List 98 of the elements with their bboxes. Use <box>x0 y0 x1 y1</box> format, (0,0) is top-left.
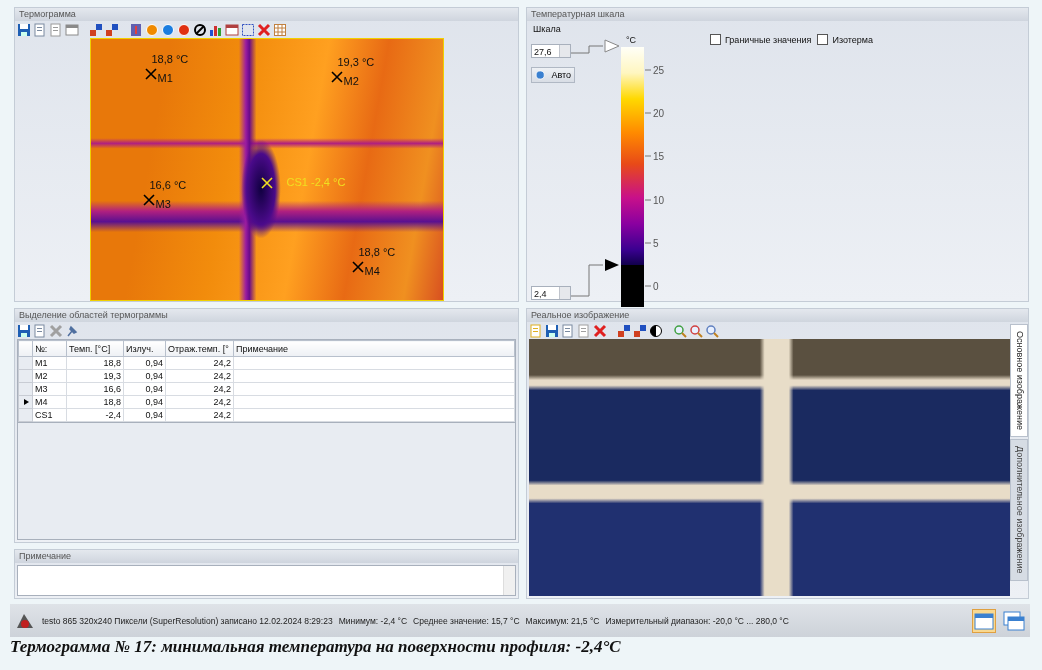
panel-title: Примечание <box>15 550 518 563</box>
zoom-out-icon[interactable] <box>689 324 703 338</box>
marker-cross-icon[interactable] <box>142 194 155 206</box>
column-header[interactable]: Примечание <box>233 340 515 357</box>
tick-label: 20 <box>653 107 665 119</box>
table-cell: M3 <box>32 382 67 396</box>
table-cell: 18,8 <box>66 395 124 409</box>
table-cell: M1 <box>32 356 67 370</box>
table-cell: 0,94 <box>123 369 166 383</box>
copy-icon[interactable] <box>561 324 575 338</box>
table-cell: 24,2 <box>165 356 234 370</box>
delete-icon[interactable] <box>593 324 607 338</box>
marker-name: M3 <box>155 198 171 210</box>
contrast-icon[interactable] <box>649 324 663 338</box>
checkbox[interactable] <box>710 34 721 45</box>
tick-label: 5 <box>653 237 659 249</box>
circle-icon[interactable] <box>161 23 175 37</box>
unit-label: °C <box>626 35 637 45</box>
marker-label: CS1 -2,4 °C <box>286 176 346 188</box>
tick-label: 0 <box>653 280 659 292</box>
arrows-icon[interactable] <box>105 23 119 37</box>
table-cell: CS1 <box>32 408 67 422</box>
arrows-icon[interactable] <box>89 23 103 37</box>
arrows-icon[interactable] <box>633 324 647 338</box>
tick-label: 25 <box>653 64 665 76</box>
table-cell: 24,2 <box>165 408 234 422</box>
column-header[interactable]: Отраж.темп. [° <box>165 340 234 357</box>
panel-title: Термограмма <box>15 8 518 21</box>
marker-cross-icon[interactable] <box>330 71 343 83</box>
table-cell: 24,2 <box>165 382 234 396</box>
zoom-icon[interactable] <box>705 324 719 338</box>
panel-title: Температурная шкала <box>527 8 1028 21</box>
table-cell: 24,2 <box>165 395 234 409</box>
column-header[interactable]: Темп. [°C] <box>66 340 124 357</box>
table-cell: -2,4 <box>66 408 124 422</box>
checkbox-label[interactable]: Граничные значения <box>725 34 812 45</box>
note-field[interactable] <box>17 565 516 596</box>
table-cell: M4 <box>32 395 67 409</box>
paste-icon[interactable] <box>577 324 591 338</box>
panel-title: Реальное изображение <box>527 309 1028 322</box>
max-value-field[interactable]: 27,6 <box>531 44 571 58</box>
windows-icon[interactable] <box>1002 608 1026 633</box>
copy-icon[interactable] <box>33 324 47 338</box>
status-text: Измерительный диапазон: -20,0 °C ... 280,0 °C <box>605 615 789 626</box>
save-icon[interactable] <box>545 324 559 338</box>
marker-temperature: 18,8 °C <box>151 53 189 65</box>
tick-label: 10 <box>653 194 665 206</box>
delete-icon[interactable] <box>257 23 271 37</box>
marker-name: M2 <box>343 75 359 87</box>
status-text: Среднее значение: 15,7 °C <box>413 615 520 626</box>
marker-temperature: 19,3 °C <box>337 56 375 68</box>
auto-button[interactable]: Авто <box>531 67 575 83</box>
table-cell: 19,3 <box>66 369 124 383</box>
marker-name: M1 <box>157 72 173 84</box>
table-cell: 0,94 <box>123 356 166 370</box>
grid-icon[interactable] <box>273 23 287 37</box>
zoom-in-icon[interactable] <box>673 324 687 338</box>
marker-cross-icon[interactable] <box>351 261 364 273</box>
min-value-field[interactable]: 2,4 <box>531 286 571 300</box>
marker-name: M4 <box>364 265 380 277</box>
table-cell: 18,8 <box>66 356 124 370</box>
table-cell: M2 <box>32 369 67 383</box>
selection-icon[interactable] <box>241 23 255 37</box>
column-header[interactable]: №: <box>32 340 67 357</box>
checkbox-label[interactable]: Изотерма <box>832 34 873 45</box>
vertical-tab[interactable]: Основное изображение <box>1010 324 1028 437</box>
status-text: testo 865 320x240 Пиксели (SuperResolution) записано 12.02.2024 8:29:23 <box>42 615 333 626</box>
table-cell: 24,2 <box>165 369 234 383</box>
save-icon[interactable] <box>17 324 31 338</box>
max-slider-handle[interactable] <box>571 39 621 55</box>
delete-icon[interactable] <box>49 324 63 338</box>
table-cell: 16,6 <box>66 382 124 396</box>
arrows-icon[interactable] <box>617 324 631 338</box>
panel-title: Выделение областей термограммы <box>15 309 518 322</box>
table-cell: 0,94 <box>123 395 166 409</box>
status-text: Максимум: 21,5 °C <box>525 615 600 626</box>
circle-icon[interactable] <box>177 23 191 37</box>
paste-icon[interactable] <box>49 23 63 37</box>
thermometer-icon[interactable] <box>129 23 143 37</box>
min-slider-handle[interactable] <box>571 258 621 299</box>
tick-label: 15 <box>653 150 665 162</box>
column-header[interactable]: Излуч. <box>123 340 166 357</box>
table-cell: 0,94 <box>123 382 166 396</box>
save-icon[interactable] <box>17 23 31 37</box>
marker-temperature: 18,8 °C <box>358 246 396 258</box>
marker-temperature: 16,6 °C <box>149 179 187 191</box>
status-text: Минимум: -2,4 °C <box>338 615 408 626</box>
copy-icon[interactable] <box>33 23 47 37</box>
vertical-tab[interactable]: Дополнительное изображение <box>1010 439 1028 581</box>
bar-chart-icon[interactable] <box>209 23 223 37</box>
marker-cross-icon[interactable] <box>144 68 157 80</box>
window-icon[interactable] <box>972 608 996 633</box>
checkbox[interactable] <box>817 34 829 45</box>
window-icon[interactable] <box>65 23 79 37</box>
no-entry-icon[interactable] <box>193 23 207 37</box>
figure-caption: Термограмма № 17: минимальная температура на поверхности профиля: -2,4°C <box>9 637 622 657</box>
scale-label: Шкала <box>533 24 561 34</box>
table-cell: 0,94 <box>123 408 166 422</box>
